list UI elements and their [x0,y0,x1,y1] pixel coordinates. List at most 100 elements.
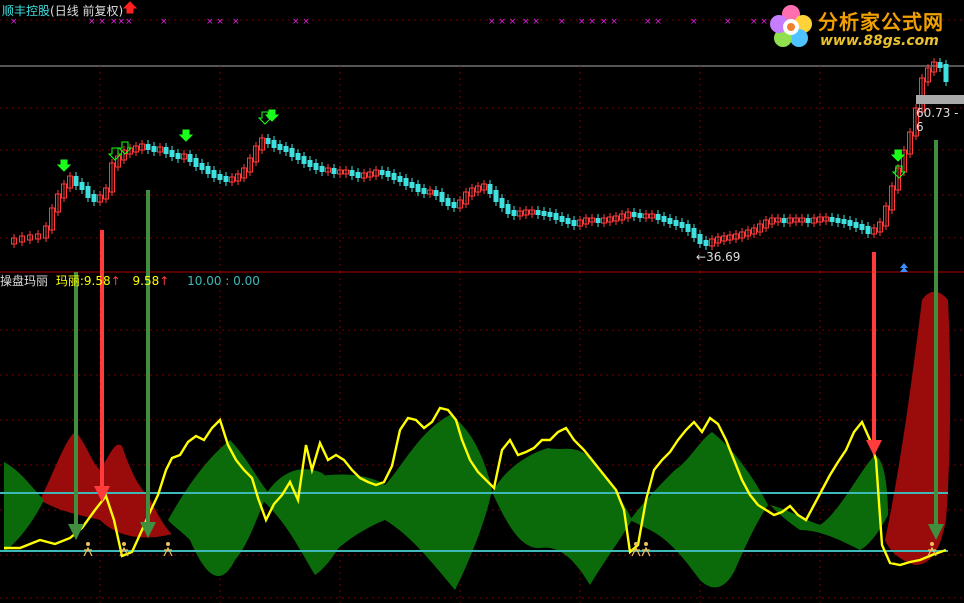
person-marker-icon [163,542,173,557]
signal-marker: × [558,17,566,27]
signal-marker: ××× [110,17,133,27]
person-marker-icon [634,542,638,546]
candle-body [439,192,445,202]
candle-body [685,224,691,232]
candle-body [403,178,409,186]
candle-body [847,220,853,226]
person-marker-icon [930,542,934,546]
green-area [770,455,888,550]
red-area [40,432,172,538]
candle-body [829,217,835,222]
top-markers: × × × ××× × × × × × × × × × × × × × × × × × × × × × × [10,17,768,27]
logo-name: 分析家公式网 [818,10,944,34]
candle-body [271,140,277,148]
signal-marker: × × [88,17,106,27]
candle-body [283,146,289,152]
person-marker-icon [83,542,93,557]
candle-body [295,153,301,160]
candle-body [355,172,361,178]
candle-body [499,198,505,208]
candle-body [277,144,283,150]
candle-body [679,222,685,228]
green-area [630,432,768,588]
candle-body [379,170,385,175]
flower-icon [770,5,812,47]
buy-arrow-icon [178,129,194,142]
candle-body [91,194,97,202]
candle-body [553,213,559,220]
candle-body [151,146,157,152]
candle-body [571,220,577,226]
candle-body [841,219,847,224]
candle-body [673,220,679,226]
candle-body [289,148,295,157]
candle-body [187,154,193,162]
green-area [492,448,632,585]
candle-body [451,202,457,208]
candle-body [505,204,511,214]
candle-body [781,218,787,223]
candle-body [487,184,493,194]
candle-body [937,62,943,68]
candle-body [193,158,199,167]
logo-url: www.88gs.com [820,33,939,49]
candle-body [349,170,355,176]
candle-body [691,228,697,238]
candle-body [835,218,841,223]
candle-body [217,174,223,180]
green-signal-arrow [74,272,78,526]
candle-body [547,212,553,217]
green-area [4,462,44,552]
signal-marker: × × × [488,17,516,27]
candle-body [805,218,811,223]
candle-body [211,170,217,178]
candle-body [145,144,151,150]
candle-body [301,156,307,164]
signal-marker: × [232,17,240,27]
red-signal-arrow [872,252,876,442]
candle-body [511,210,517,216]
candle-body [865,226,871,234]
candle-body [853,222,859,228]
candle-body [535,210,541,215]
stock-chart[interactable]: × × × ××× × × × × × × × × × × × × × × × × × × × × × × [0,0,964,603]
buy-arrow-icon [890,149,906,162]
green-signal-arrow [146,190,150,524]
hollow-arrow-icon [117,141,133,155]
candle-body [205,166,211,174]
signal-marker: × [690,17,698,27]
person-marker-icon [641,542,651,557]
signal-marker: × × [578,17,596,27]
up-arrow-icon [122,1,138,14]
candle-body [493,190,499,202]
person-marker-icon [122,542,126,546]
candle-body [661,216,667,222]
candle-body [391,173,397,180]
candle-body [319,166,325,172]
indicator-header: 操盘玛丽 玛丽:9.58↑ 9.58↑ 10.00 : 0.00 [0,274,260,288]
candle-body [313,163,319,170]
buy-arrow-icon [56,159,72,172]
red-signal-arrow [866,440,882,456]
candle-body [859,224,865,230]
candle-body [565,218,571,224]
signal-marker: × × [522,17,540,27]
candle-body [397,176,403,182]
candle-body [559,216,565,222]
candle-body [697,234,703,244]
signal-marker: × [10,17,18,27]
signal-marker: × × [206,17,224,27]
red-signal-arrow [100,230,104,488]
candle-body [655,214,661,220]
candle-body [943,64,949,82]
signal-marker: × × [644,17,662,27]
candle-body [433,190,439,196]
candle-body [637,213,643,218]
indicator-panel [0,140,951,590]
candle-body [265,138,271,144]
candle-body [421,188,427,194]
candle-body [631,212,637,217]
person-marker-icon [86,542,90,546]
candle-body [415,184,421,192]
signal-marker: × × [292,17,310,27]
